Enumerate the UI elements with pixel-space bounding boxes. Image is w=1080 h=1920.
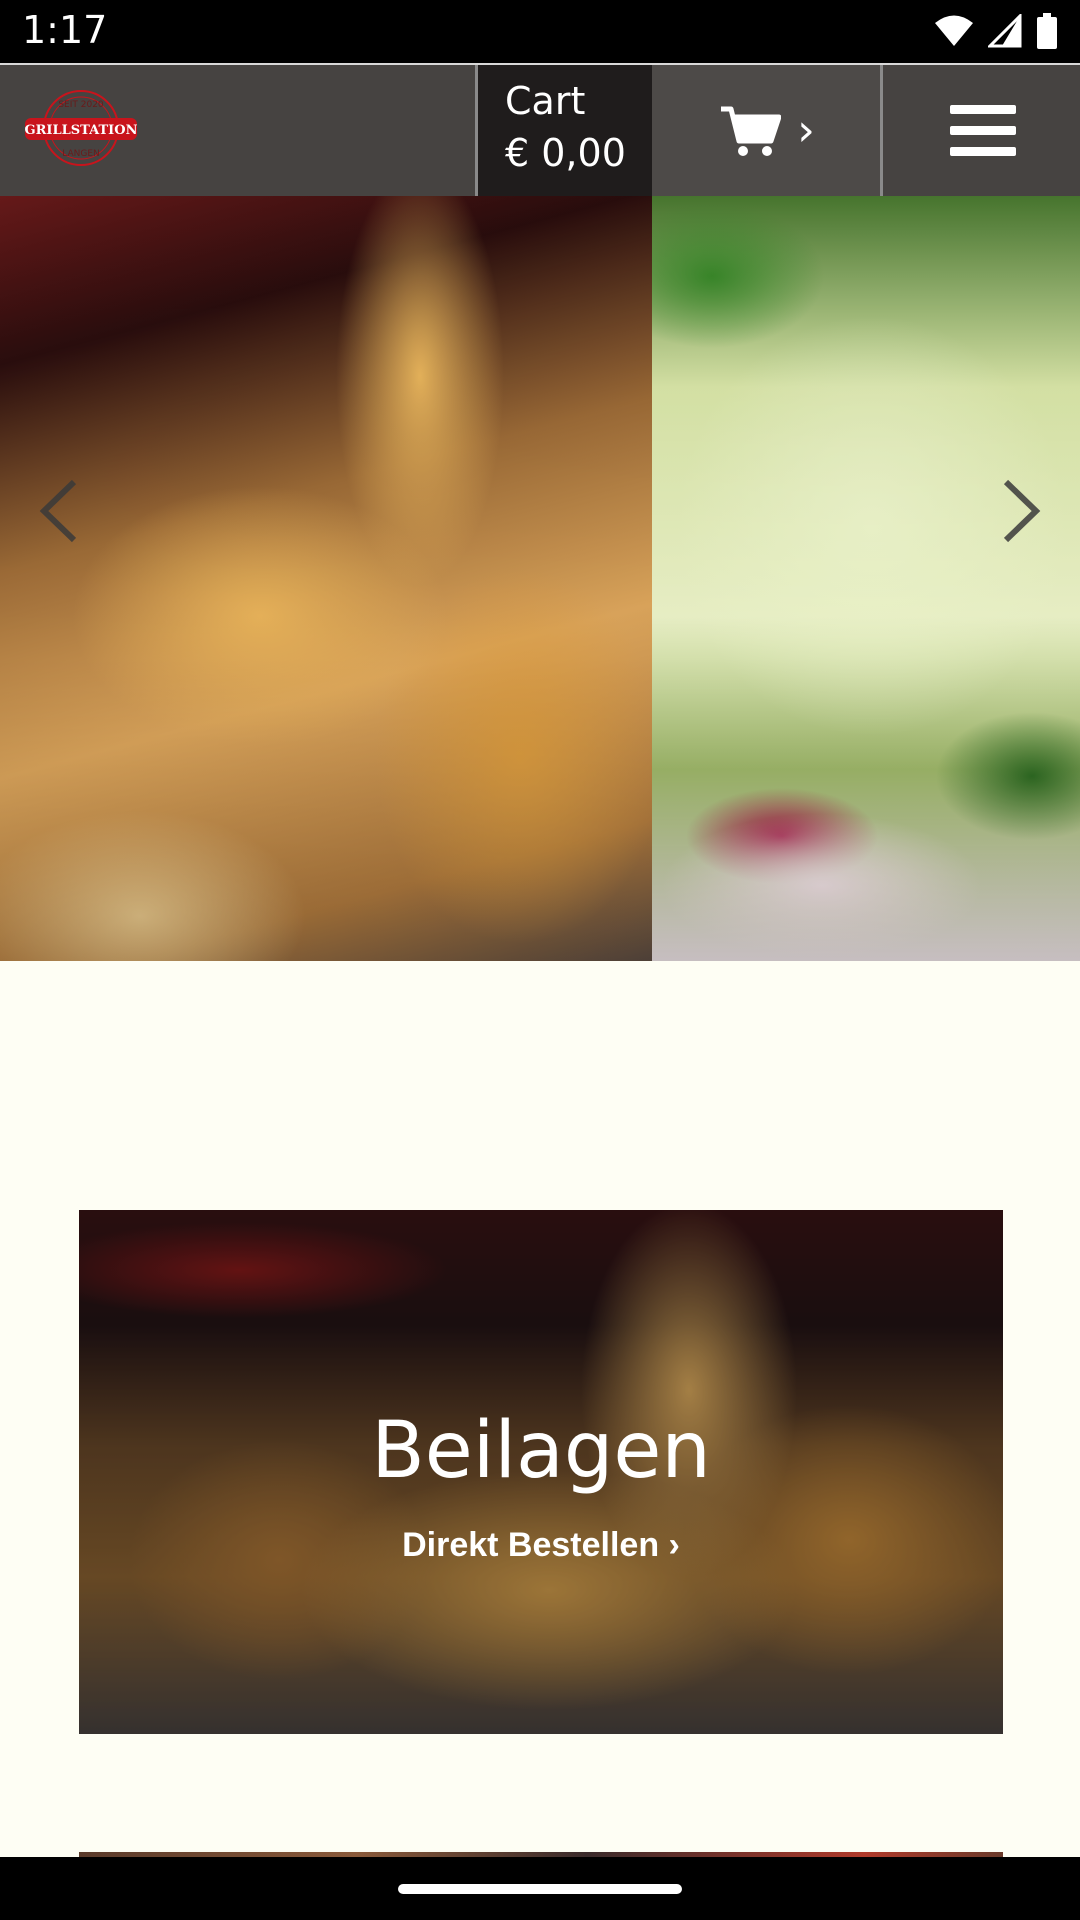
svg-text:GRILLSTATION: GRILLSTATION bbox=[25, 123, 137, 138]
chevron-left-icon[interactable] bbox=[30, 476, 90, 546]
battery-icon bbox=[1037, 13, 1057, 49]
cart-label: Cart bbox=[505, 79, 586, 123]
category-card-beilagen[interactable]: Beilagen Direkt Bestellen › bbox=[79, 1210, 1003, 1734]
cart-total: € 0,00 bbox=[505, 131, 626, 175]
header-divider bbox=[880, 65, 883, 196]
menu-button[interactable] bbox=[885, 65, 1080, 196]
order-now-link[interactable]: Direkt Bestellen › bbox=[79, 1526, 1003, 1565]
status-icons bbox=[934, 12, 1058, 50]
cart-chevron: › bbox=[797, 104, 815, 156]
status-bar: 1:17 bbox=[0, 0, 1080, 63]
site-header: SEIT 2020 GRILLSTATION LANGEN Cart € 0,0… bbox=[0, 63, 1080, 196]
cart-icon bbox=[721, 106, 782, 156]
svg-text:LANGEN: LANGEN bbox=[62, 149, 100, 159]
grillstation-logo[interactable]: SEIT 2020 GRILLSTATION LANGEN bbox=[25, 87, 137, 169]
hero-slider[interactable] bbox=[0, 196, 1080, 961]
hamburger-menu-icon bbox=[949, 104, 1016, 156]
wifi-icon bbox=[935, 15, 973, 46]
chevron-right-icon[interactable] bbox=[990, 476, 1050, 546]
status-time: 1:17 bbox=[22, 8, 108, 52]
category-title: Beilagen bbox=[371, 1406, 711, 1496]
signal-icon bbox=[988, 14, 1022, 48]
cart-summary[interactable]: Cart € 0,00 bbox=[478, 65, 652, 196]
navigation-bar bbox=[0, 1857, 1080, 1920]
home-handle[interactable] bbox=[398, 1884, 682, 1894]
slide-overlay bbox=[0, 196, 1080, 961]
screen: 1:17 SEIT 2020 GRILLSTATION LANGEN Cart … bbox=[0, 0, 1080, 1920]
svg-text:SEIT 2020: SEIT 2020 bbox=[58, 100, 104, 110]
cart-button[interactable]: › bbox=[652, 65, 882, 196]
